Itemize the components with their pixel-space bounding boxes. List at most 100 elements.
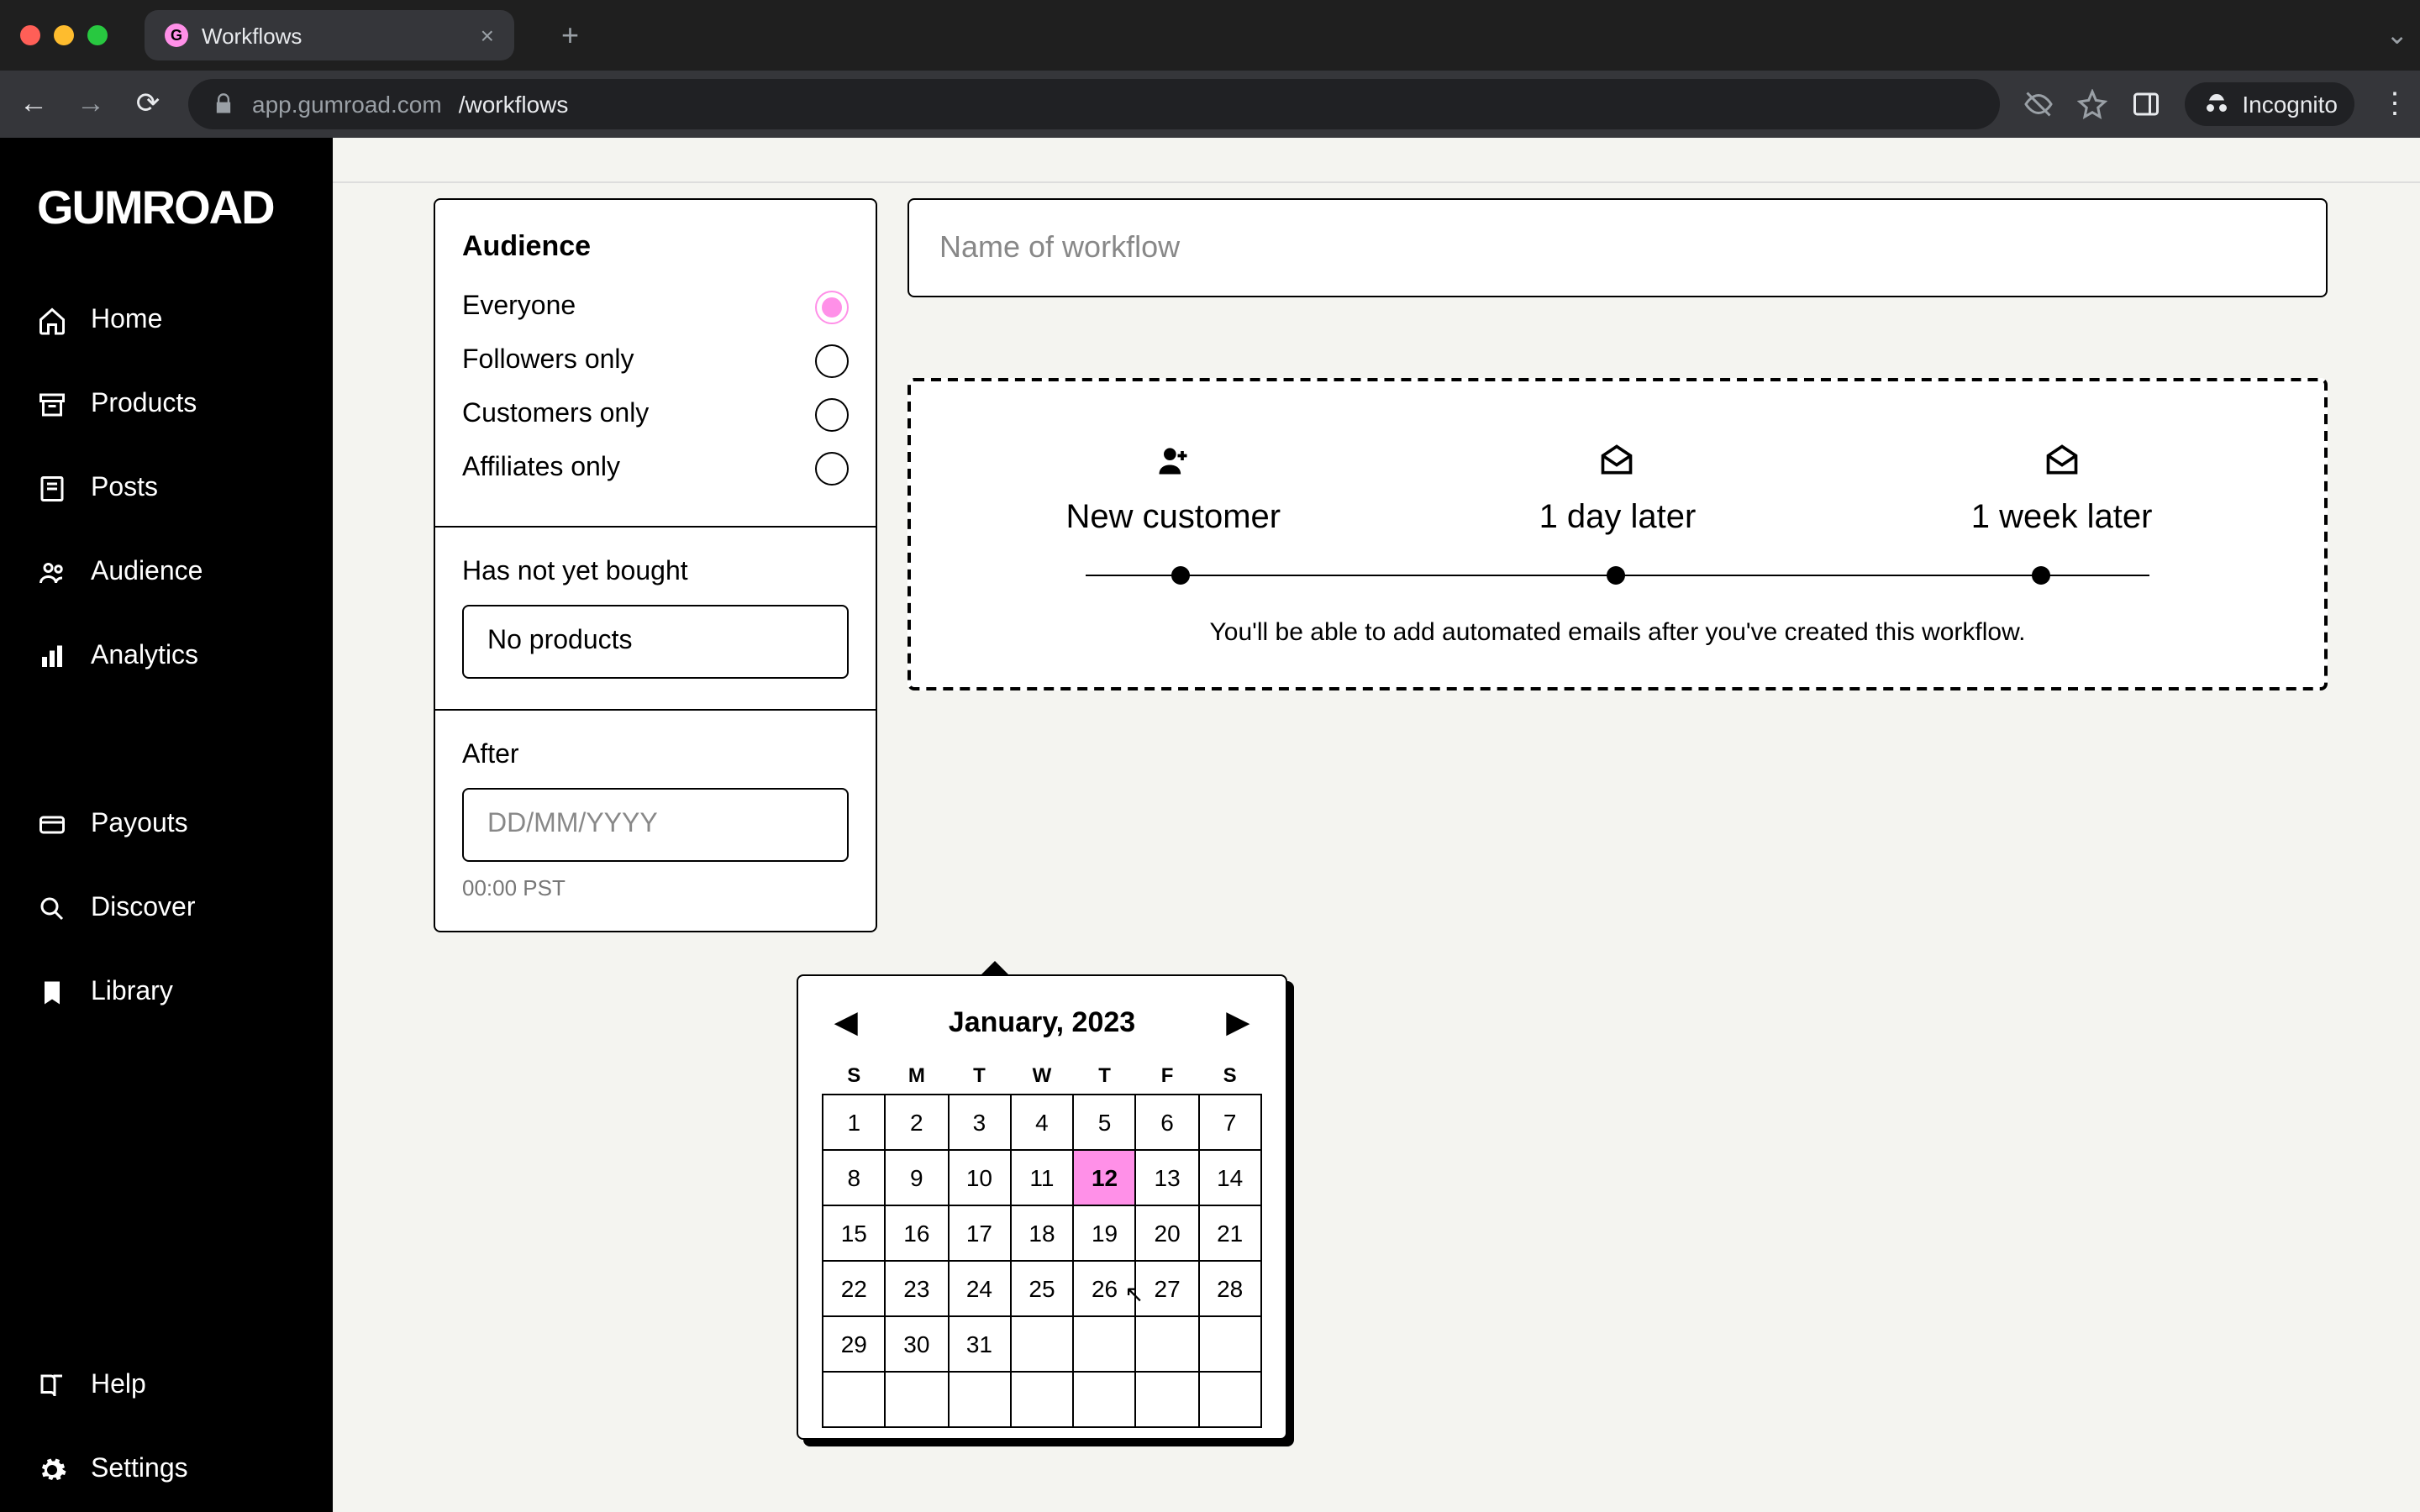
sidebar-item-library[interactable]: Library — [0, 951, 333, 1035]
chart-icon — [37, 642, 67, 672]
minimize-window-icon[interactable] — [54, 25, 74, 45]
calendar-grid: SMTWTFS 12345678910111213141516171819202… — [822, 1057, 1262, 1428]
sidepanel-icon[interactable] — [2131, 89, 2161, 119]
calendar-day[interactable]: 28 — [1198, 1261, 1261, 1316]
timeline-dot — [2033, 566, 2051, 585]
new-tab-button[interactable]: + — [551, 18, 589, 53]
sidebar-item-products[interactable]: Products — [0, 363, 333, 447]
calendar-day[interactable]: 6 — [1136, 1095, 1199, 1150]
prev-month-button[interactable]: ◀ — [835, 1006, 857, 1040]
bought-select[interactable]: No products — [462, 605, 849, 679]
calendar-day[interactable]: 20 — [1136, 1205, 1199, 1261]
calendar-dow: S — [1198, 1057, 1261, 1095]
calendar-day — [1073, 1372, 1136, 1427]
calendar-day[interactable]: 21 — [1198, 1205, 1261, 1261]
timeline-dot — [1171, 566, 1189, 585]
tracking-icon[interactable] — [2023, 89, 2054, 119]
calendar-day[interactable]: 12 — [1073, 1150, 1136, 1205]
calendar-day[interactable]: 14 — [1198, 1150, 1261, 1205]
sidebar-item-payouts[interactable]: Payouts — [0, 783, 333, 867]
audience-option-customers[interactable]: Customers only — [462, 388, 849, 442]
calendar-day[interactable]: 1 — [823, 1095, 886, 1150]
calendar-day[interactable]: 8 — [823, 1150, 886, 1205]
sidebar-item-discover[interactable]: Discover — [0, 867, 333, 951]
sidebar-item-posts[interactable]: Posts — [0, 447, 333, 531]
workflow-hint: You'll be able to add automated emails a… — [951, 618, 2284, 647]
address-bar[interactable]: app.gumroad.com/workflows — [188, 79, 2000, 129]
radio-label: Everyone — [462, 292, 576, 323]
archive-icon — [37, 390, 67, 420]
sidebar-item-analytics[interactable]: Analytics — [0, 615, 333, 699]
calendar-day[interactable]: 16 — [886, 1205, 949, 1261]
incognito-badge[interactable]: Incognito — [2185, 82, 2354, 126]
audience-option-everyone[interactable]: Everyone — [462, 281, 849, 334]
calendar-day[interactable]: 2 — [886, 1095, 949, 1150]
calendar-day[interactable]: 13 — [1136, 1150, 1199, 1205]
calendar-day[interactable]: 24 — [948, 1261, 1011, 1316]
step-new-customer: New customer — [954, 442, 1393, 538]
sidebar-item-audience[interactable]: Audience — [0, 531, 333, 615]
calendar-day — [1136, 1316, 1199, 1372]
calendar-day[interactable]: 10 — [948, 1150, 1011, 1205]
step-1-day: 1 day later — [1397, 442, 1837, 538]
calendar-day[interactable]: 15 — [823, 1205, 886, 1261]
radio-label: Followers only — [462, 346, 634, 376]
after-date-input[interactable]: DD/MM/YYYY — [462, 788, 849, 862]
bookmark-icon[interactable] — [2077, 89, 2107, 119]
calendar-day[interactable]: 5 — [1073, 1095, 1136, 1150]
calendar-day[interactable]: 4 — [1011, 1095, 1074, 1150]
forward-button: → — [74, 87, 108, 121]
incognito-label: Incognito — [2242, 91, 2338, 118]
calendar-day[interactable]: 29 — [823, 1316, 886, 1372]
book-icon — [37, 1371, 67, 1401]
step-label: 1 day later — [1539, 499, 1697, 538]
window-controls — [20, 25, 108, 45]
bookmark-icon — [37, 978, 67, 1008]
step-1-week: 1 week later — [1842, 442, 2281, 538]
calendar-day[interactable]: 7 — [1198, 1095, 1261, 1150]
radio-icon — [815, 398, 849, 432]
card-icon — [37, 810, 67, 840]
calendar-day[interactable]: 11 — [1011, 1150, 1074, 1205]
browser-tab[interactable]: G Workflows × — [145, 10, 514, 60]
bought-label: Has not yet bought — [462, 558, 849, 588]
calendar-day[interactable]: 17 — [948, 1205, 1011, 1261]
close-window-icon[interactable] — [20, 25, 40, 45]
calendar-day[interactable]: 9 — [886, 1150, 949, 1205]
calendar-day[interactable]: 23 — [886, 1261, 949, 1316]
calendar-dow: S — [823, 1057, 886, 1095]
calendar-day[interactable]: 26 — [1073, 1261, 1136, 1316]
calendar-day[interactable]: 31 — [948, 1316, 1011, 1372]
date-picker: ◀ January, 2023 ▶ SMTWTFS 12345678910111… — [797, 974, 1287, 1440]
close-tab-icon[interactable]: × — [481, 22, 494, 49]
after-helper: 00:00 PST — [462, 875, 849, 900]
calendar-day[interactable]: 25 — [1011, 1261, 1074, 1316]
sidebar-item-label: Audience — [91, 558, 203, 588]
calendar-day — [886, 1372, 949, 1427]
search-icon — [37, 894, 67, 924]
sidebar-item-label: Payouts — [91, 810, 188, 840]
menu-icon[interactable]: ⋮ — [2378, 87, 2412, 121]
reload-button[interactable]: ⟳ — [131, 87, 165, 121]
mail-open-icon — [2044, 442, 2081, 479]
tabs-overflow-icon[interactable]: ⌄ — [2386, 18, 2408, 52]
calendar-day[interactable]: 18 — [1011, 1205, 1074, 1261]
browser-titlebar: G Workflows × + ⌄ — [0, 0, 2420, 71]
calendar-dow: M — [886, 1057, 949, 1095]
sidebar-item-home[interactable]: Home — [0, 279, 333, 363]
calendar-day[interactable]: 19 — [1073, 1205, 1136, 1261]
calendar-day[interactable]: 3 — [948, 1095, 1011, 1150]
sidebar-item-settings[interactable]: Settings — [0, 1428, 333, 1512]
calendar-day[interactable]: 30 — [886, 1316, 949, 1372]
workflow-name-input[interactable]: Name of workflow — [908, 198, 2328, 297]
audience-option-affiliates[interactable]: Affiliates only — [462, 442, 849, 496]
calendar-day[interactable]: 22 — [823, 1261, 886, 1316]
calendar-day — [1011, 1316, 1074, 1372]
calendar-day[interactable]: 27 — [1136, 1261, 1199, 1316]
maximize-window-icon[interactable] — [87, 25, 108, 45]
next-month-button[interactable]: ▶ — [1227, 1006, 1249, 1040]
back-button[interactable]: ← — [17, 87, 50, 121]
audience-option-followers[interactable]: Followers only — [462, 334, 849, 388]
sidebar-item-help[interactable]: Help — [0, 1344, 333, 1428]
step-label: 1 week later — [1971, 499, 2153, 538]
